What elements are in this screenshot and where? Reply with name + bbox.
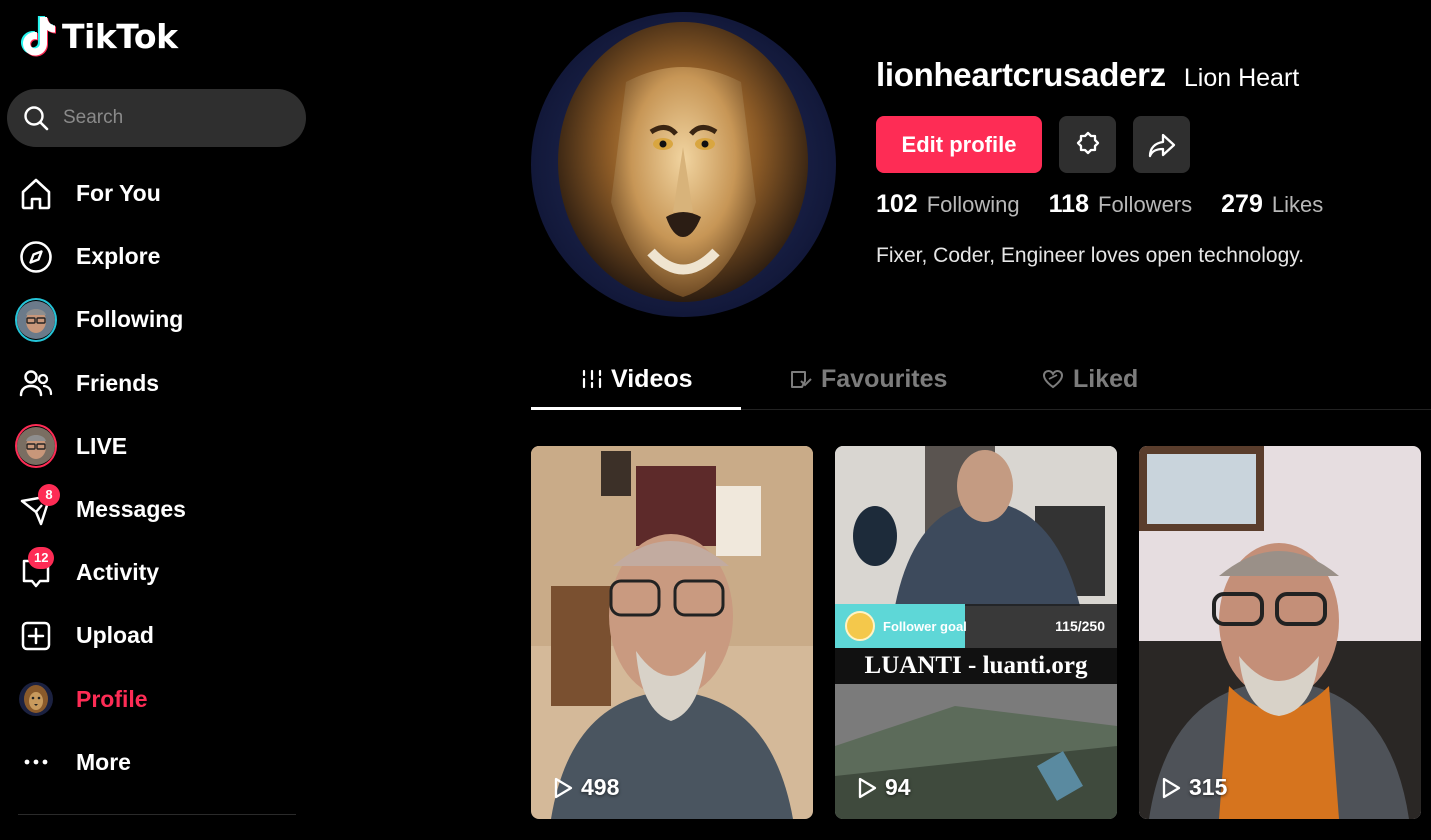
sidebar-item-for-you[interactable]: For You [0,162,318,225]
profile-tabs: Videos Favourites Liked [531,348,1431,410]
compass-icon [16,237,56,277]
likes-count: 279 [1221,190,1263,218]
share-button[interactable] [1133,116,1190,173]
tab-label: Liked [1073,364,1139,393]
sidebar-item-following[interactable]: Following [0,288,318,351]
tab-favourites[interactable]: Favourites [789,348,947,410]
sidebar-item-friends[interactable]: Friends [0,352,318,415]
sidebar-item-label: Upload [76,622,154,649]
upload-icon [16,616,56,656]
logo-wordmark: TikTok [62,16,178,56]
messages-icon: 8 [16,483,60,530]
tab-label: Videos [611,364,693,393]
sidebar-item-label: Profile [76,685,148,712]
follower-goal-bar: Follower goal 115/250 [835,604,1117,648]
more-icon [16,742,56,782]
sidebar-item-live[interactable]: LIVE [0,415,318,478]
likes-stat: 279 Likes [1221,190,1323,219]
view-count: 315 [1161,774,1227,801]
sidebar-item-explore[interactable]: Explore [0,225,318,288]
video-card[interactable]: Follower goal 115/250 LUANTI - luanti.or… [835,446,1117,819]
play-icon [554,777,573,798]
sidebar-item-activity[interactable]: 12 Activity [0,541,318,604]
sidebar-item-label: Friends [76,369,160,396]
activity-icon: 12 [16,546,56,593]
tiktok-note-icon [21,16,56,57]
view-count-value: 315 [1189,774,1228,800]
followers-stat[interactable]: 118 Followers [1049,190,1192,219]
profile-nickname: Lion Heart [1183,64,1300,92]
profile-avatar [16,679,56,719]
share-arrow-icon [1148,133,1175,157]
follower-goal-icon [845,611,875,641]
sidebar-item-messages[interactable]: 8 Messages [0,478,318,541]
following-label: Following [926,192,1020,217]
play-icon [1162,777,1181,798]
view-count-value: 498 [581,774,620,800]
sidebar: TikTok For You Explore [0,0,318,840]
followers-count: 118 [1048,190,1089,218]
sidebar-item-label: Following [76,306,184,333]
profile-avatar-large[interactable] [531,12,836,317]
following-count: 102 [876,190,918,218]
sidebar-divider [18,814,296,815]
activity-badge: 12 [28,546,55,569]
sidebar-item-label: For You [76,180,161,207]
bookmark-icon [791,371,812,388]
live-avatar [15,424,57,469]
video-thumbnail [531,446,813,819]
view-count-value: 94 [885,774,911,800]
heart-icon [1042,369,1064,389]
profile-stats: 102 Following 118 Followers 279 Likes [876,190,1323,219]
profile-name-row: lionheartcrusaderz Lion Heart [876,56,1299,94]
sidebar-nav: For You Explore Following Friends LIVE 8… [0,162,318,794]
search-input[interactable] [63,107,283,129]
tab-active-indicator [531,407,741,410]
home-icon [16,174,56,214]
gear-icon [1076,131,1099,154]
sidebar-item-label: LIVE [76,432,128,459]
sidebar-item-label: Activity [76,559,160,586]
video-banner-text: LUANTI - luanti.org [835,648,1117,684]
followers-label: Followers [1098,192,1193,217]
likes-label: Likes [1271,192,1324,217]
sidebar-item-profile[interactable]: Profile [0,668,318,731]
settings-button[interactable] [1059,116,1116,173]
tab-liked[interactable]: Liked [1041,348,1138,410]
grid-icon [582,369,602,389]
profile-actions: Edit profile [876,116,1190,173]
tab-videos[interactable]: Videos [581,348,693,410]
follower-goal-count: 115/250 [1055,618,1105,634]
following-stat[interactable]: 102 Following [876,190,1020,219]
search-box[interactable] [7,89,306,147]
video-card[interactable]: 315 [1139,446,1421,819]
video-thumbnail [1139,446,1421,819]
profile-bio: Fixer, Coder, Engineer loves open techno… [876,244,1305,267]
following-avatar [15,297,57,342]
follower-goal-label: Follower goal [883,618,967,634]
edit-profile-button[interactable]: Edit profile [876,116,1042,173]
messages-badge: 8 [38,483,60,506]
play-icon [858,777,877,798]
tab-label: Favourites [821,364,948,393]
view-count: 498 [553,774,619,801]
view-count: 94 [857,774,911,801]
sidebar-item-more[interactable]: More [0,731,318,794]
tiktok-logo[interactable]: TikTok [18,14,178,58]
sidebar-item-label: Explore [76,243,161,270]
profile-username: lionheartcrusaderz [876,56,1166,93]
search-icon [24,106,49,131]
sidebar-item-label: Messages [76,496,186,523]
video-card[interactable]: 498 [531,446,813,819]
sidebar-item-label: More [76,748,131,775]
sidebar-item-upload[interactable]: Upload [0,604,318,667]
friends-icon [16,363,56,403]
